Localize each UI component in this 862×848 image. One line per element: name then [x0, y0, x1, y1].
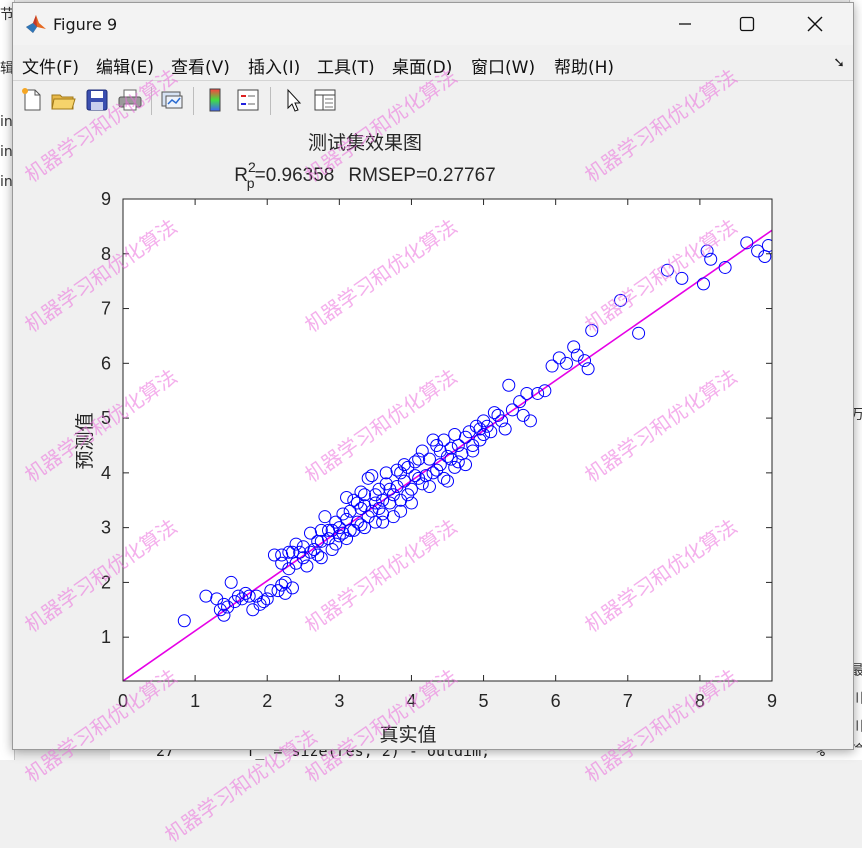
bg-left-fragment: in — [0, 114, 13, 130]
menu-edit[interactable]: 编辑(E) — [96, 53, 154, 78]
y-tick-label: 6 — [101, 353, 111, 373]
toolbar-separator — [151, 87, 152, 115]
y-tick-label: 5 — [101, 408, 111, 428]
close-button[interactable] — [785, 3, 845, 45]
menu-insert[interactable]: 插入(I) — [248, 53, 300, 78]
x-tick-label: 2 — [262, 691, 272, 711]
rmsep-value: RMSEP=0.27767 — [348, 165, 495, 186]
y-axis-label: 预测值 — [74, 412, 96, 469]
x-tick-label: 8 — [695, 691, 705, 711]
menu-view[interactable]: 查看(V) — [171, 53, 230, 78]
scatter-plot[interactable]: 测试集效果图 R2 p=0.96358 RMSEP=0.27767 01234567… — [13, 121, 853, 749]
matlab-logo-icon — [26, 15, 46, 33]
title-bar[interactable]: Figure 9 — [13, 3, 853, 45]
x-tick-label: 4 — [406, 691, 416, 711]
maximize-icon — [739, 16, 755, 32]
x-tick-label: 5 — [479, 691, 489, 711]
x-tick-label: 1 — [190, 691, 200, 711]
y-tick-label: 8 — [101, 244, 111, 264]
dock-arrow-icon[interactable]: ➘ — [833, 55, 845, 71]
x-tick-label: 6 — [551, 691, 561, 711]
insert-legend-icon[interactable] — [234, 86, 262, 114]
menu-window[interactable]: 窗口(W) — [471, 53, 535, 78]
new-figure-icon[interactable] — [18, 86, 46, 114]
figure-toolbar — [13, 80, 853, 122]
window-title: Figure 9 — [53, 15, 118, 34]
maximize-button[interactable] — [717, 3, 777, 45]
menu-desktop[interactable]: 桌面(D) — [392, 53, 452, 78]
x-axis-label: 真实值 — [379, 724, 436, 746]
r-value: =0.96358 — [255, 165, 335, 186]
chart-title: 测试集效果图 — [308, 132, 422, 154]
minimize-button[interactable] — [655, 3, 715, 45]
figure-window: Figure 9 文件(F) 编辑(E) 查看(V) 插入(I) 工具(T) 桌… — [12, 2, 854, 750]
menu-help[interactable]: 帮助(H) — [554, 53, 614, 78]
figure-canvas: 测试集效果图 R2 p=0.96358 RMSEP=0.27767 01234567… — [13, 121, 853, 749]
y-tick-label: 2 — [101, 572, 111, 592]
y-tick-label: 4 — [101, 463, 111, 483]
toolbar-separator — [193, 87, 194, 115]
edit-plot-icon[interactable] — [279, 86, 307, 114]
menu-file[interactable]: 文件(F) — [22, 53, 79, 78]
minimize-icon — [679, 23, 691, 25]
insert-colorbar-icon[interactable] — [201, 86, 229, 114]
menu-bar: 文件(F) 编辑(E) 查看(V) 插入(I) 工具(T) 桌面(D) 窗口(W… — [13, 46, 853, 80]
close-icon — [807, 16, 823, 32]
toolbar-separator — [270, 87, 271, 115]
menu-tools[interactable]: 工具(T) — [317, 53, 375, 78]
y-tick-label: 1 — [101, 627, 111, 647]
x-tick-label: 7 — [623, 691, 633, 711]
x-tick-label: 9 — [767, 691, 777, 711]
print-icon[interactable] — [116, 86, 144, 114]
bg-left-fragment: in — [0, 144, 13, 160]
open-file-icon[interactable] — [49, 86, 77, 114]
y-tick-label: 3 — [101, 518, 111, 538]
bg-left-fragment: in — [0, 174, 13, 190]
r-subscript: p — [247, 175, 255, 191]
x-tick-label: 3 — [334, 691, 344, 711]
y-tick-label: 7 — [101, 299, 111, 319]
y-tick-label: 9 — [101, 189, 111, 209]
axes: 0 1 2 3 4 5 6 7 8 9 1 2 3 4 5 6 7 8 9 — [101, 189, 777, 711]
x-tick-label: 0 — [118, 691, 128, 711]
link-plot-icon[interactable] — [158, 86, 186, 114]
save-icon[interactable] — [83, 86, 111, 114]
chart-subtitle: R2 p=0.96358 RMSEP=0.27767 — [234, 159, 495, 191]
property-inspector-icon[interactable] — [311, 86, 339, 114]
